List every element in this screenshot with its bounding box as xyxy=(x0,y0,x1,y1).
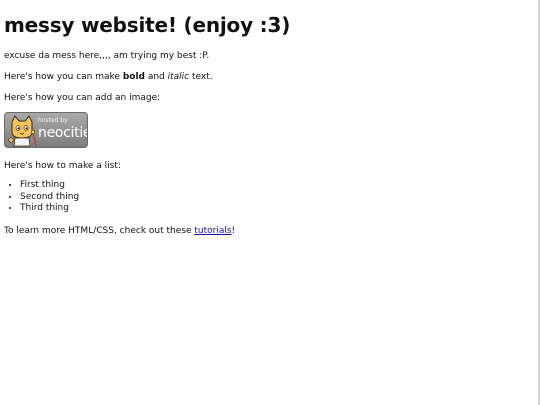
learn-more-paragraph: To learn more HTML/CSS, check out these … xyxy=(4,225,235,237)
example-list: First thing Second thing Third thing xyxy=(4,180,79,215)
badge-small-text: hosted by xyxy=(38,117,68,124)
learn-suffix: ! xyxy=(231,226,236,236)
list-item: Third thing xyxy=(20,203,79,215)
bold-text: bold xyxy=(122,72,145,82)
hosted-by-neocities-badge[interactable]: hosted by neocities xyxy=(4,112,88,148)
format-suffix: text. xyxy=(189,72,213,82)
format-middle: and xyxy=(144,72,168,82)
format-paragraph: Here's how you can make bold and italic … xyxy=(4,71,213,83)
learn-prefix: To learn more HTML/CSS, check out these xyxy=(4,226,195,236)
page-title: messy website! (enjoy :3) xyxy=(4,13,291,37)
list-item: Second thing xyxy=(20,192,79,204)
format-prefix: Here's how you can make xyxy=(4,72,123,82)
italic-text: italic xyxy=(167,72,190,82)
badge-brand-text: neocities xyxy=(38,125,87,141)
image-intro-text: Here's how you can add an image: xyxy=(4,93,161,103)
page: messy website! (enjoy :3) excuse da mess… xyxy=(0,0,540,405)
list-item: First thing xyxy=(20,180,79,192)
list-intro-text: Here's how to make a list: xyxy=(4,161,121,171)
intro-text: excuse da mess here,,,, am trying my bes… xyxy=(4,51,210,61)
tutorials-link[interactable]: tutorials xyxy=(194,226,231,236)
